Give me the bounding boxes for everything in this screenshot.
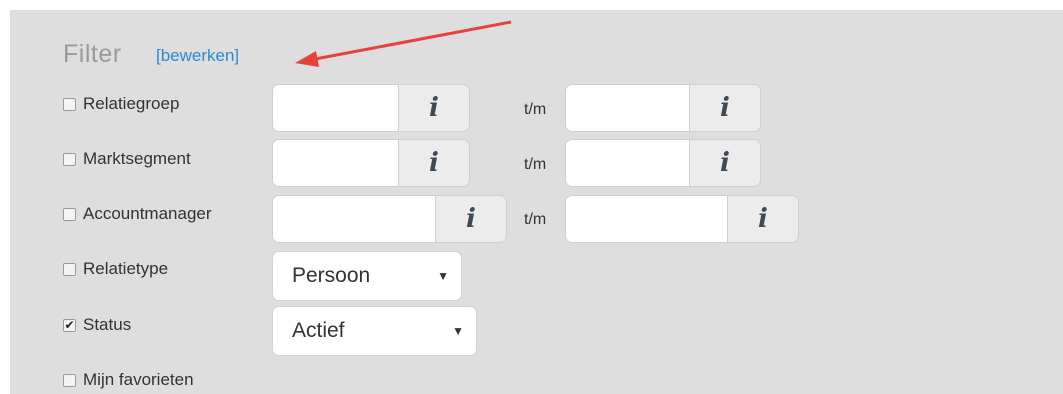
accountmanager-from-input[interactable]	[273, 196, 435, 242]
accountmanager-from-info-button[interactable]: i	[435, 196, 506, 242]
relatiegroep-from-field: i	[273, 85, 469, 131]
mijn-favorieten-checkbox[interactable]	[63, 373, 76, 387]
info-icon: i	[429, 93, 439, 123]
relatiegroep-to-input[interactable]	[566, 85, 689, 131]
relatiegroep-from-input[interactable]	[273, 85, 398, 131]
relatietype-selected-value: Persoon	[292, 264, 371, 287]
marktsegment-from-info-button[interactable]: i	[398, 140, 469, 186]
info-icon: i	[466, 204, 476, 234]
marktsegment-to-info-button[interactable]: i	[689, 140, 760, 186]
marktsegment-from-input[interactable]	[273, 140, 398, 186]
mijn-favorieten-filter[interactable]: Mijn favorieten	[63, 370, 194, 390]
relatietype-checkbox[interactable]	[63, 262, 76, 276]
marktsegment-range-separator: t/m	[524, 156, 547, 173]
info-icon: i	[720, 148, 730, 178]
accountmanager-to-input[interactable]	[566, 196, 727, 242]
accountmanager-to-info-button[interactable]: i	[727, 196, 798, 242]
relatietype-select[interactable]: Persoon ▼	[273, 252, 461, 300]
checkmark-icon: ✔	[64, 318, 75, 332]
status-label: Status	[83, 315, 132, 334]
accountmanager-to-field: i	[566, 196, 798, 242]
marktsegment-filter[interactable]: Marktsegment	[63, 149, 191, 169]
marktsegment-checkbox[interactable]	[63, 152, 76, 166]
accountmanager-label: Accountmanager	[83, 204, 212, 223]
info-icon: i	[429, 148, 439, 178]
status-selected-value: Actief	[292, 319, 345, 342]
status-checkbox[interactable]: ✔	[63, 318, 76, 332]
marktsegment-to-input[interactable]	[566, 140, 689, 186]
accountmanager-from-field: i	[273, 196, 506, 242]
relatiegroep-from-info-button[interactable]: i	[398, 85, 469, 131]
relatiegroep-checkbox[interactable]	[63, 97, 76, 111]
relatietype-label: Relatietype	[83, 259, 169, 278]
relatiegroep-to-field: i	[566, 85, 760, 131]
marktsegment-from-field: i	[273, 140, 469, 186]
chevron-down-icon: ▼	[437, 269, 449, 283]
status-filter[interactable]: ✔ Status	[63, 315, 131, 335]
accountmanager-checkbox[interactable]	[63, 207, 76, 221]
relatietype-filter[interactable]: Relatietype	[63, 259, 168, 279]
accountmanager-filter[interactable]: Accountmanager	[63, 204, 212, 224]
info-icon: i	[758, 204, 768, 234]
info-icon: i	[720, 93, 730, 123]
chevron-down-icon: ▼	[452, 324, 464, 338]
mijn-favorieten-label: Mijn favorieten	[83, 370, 194, 389]
relatiegroep-label: Relatiegroep	[83, 94, 180, 113]
marktsegment-label: Marktsegment	[83, 149, 191, 168]
marktsegment-to-field: i	[566, 140, 760, 186]
status-select[interactable]: Actief ▼	[273, 307, 476, 355]
accountmanager-range-separator: t/m	[524, 211, 547, 228]
relatiegroep-range-separator: t/m	[524, 101, 547, 118]
annotation-arrow	[295, 20, 512, 67]
relatiegroep-to-info-button[interactable]: i	[689, 85, 760, 131]
relatiegroep-filter[interactable]: Relatiegroep	[63, 94, 179, 114]
